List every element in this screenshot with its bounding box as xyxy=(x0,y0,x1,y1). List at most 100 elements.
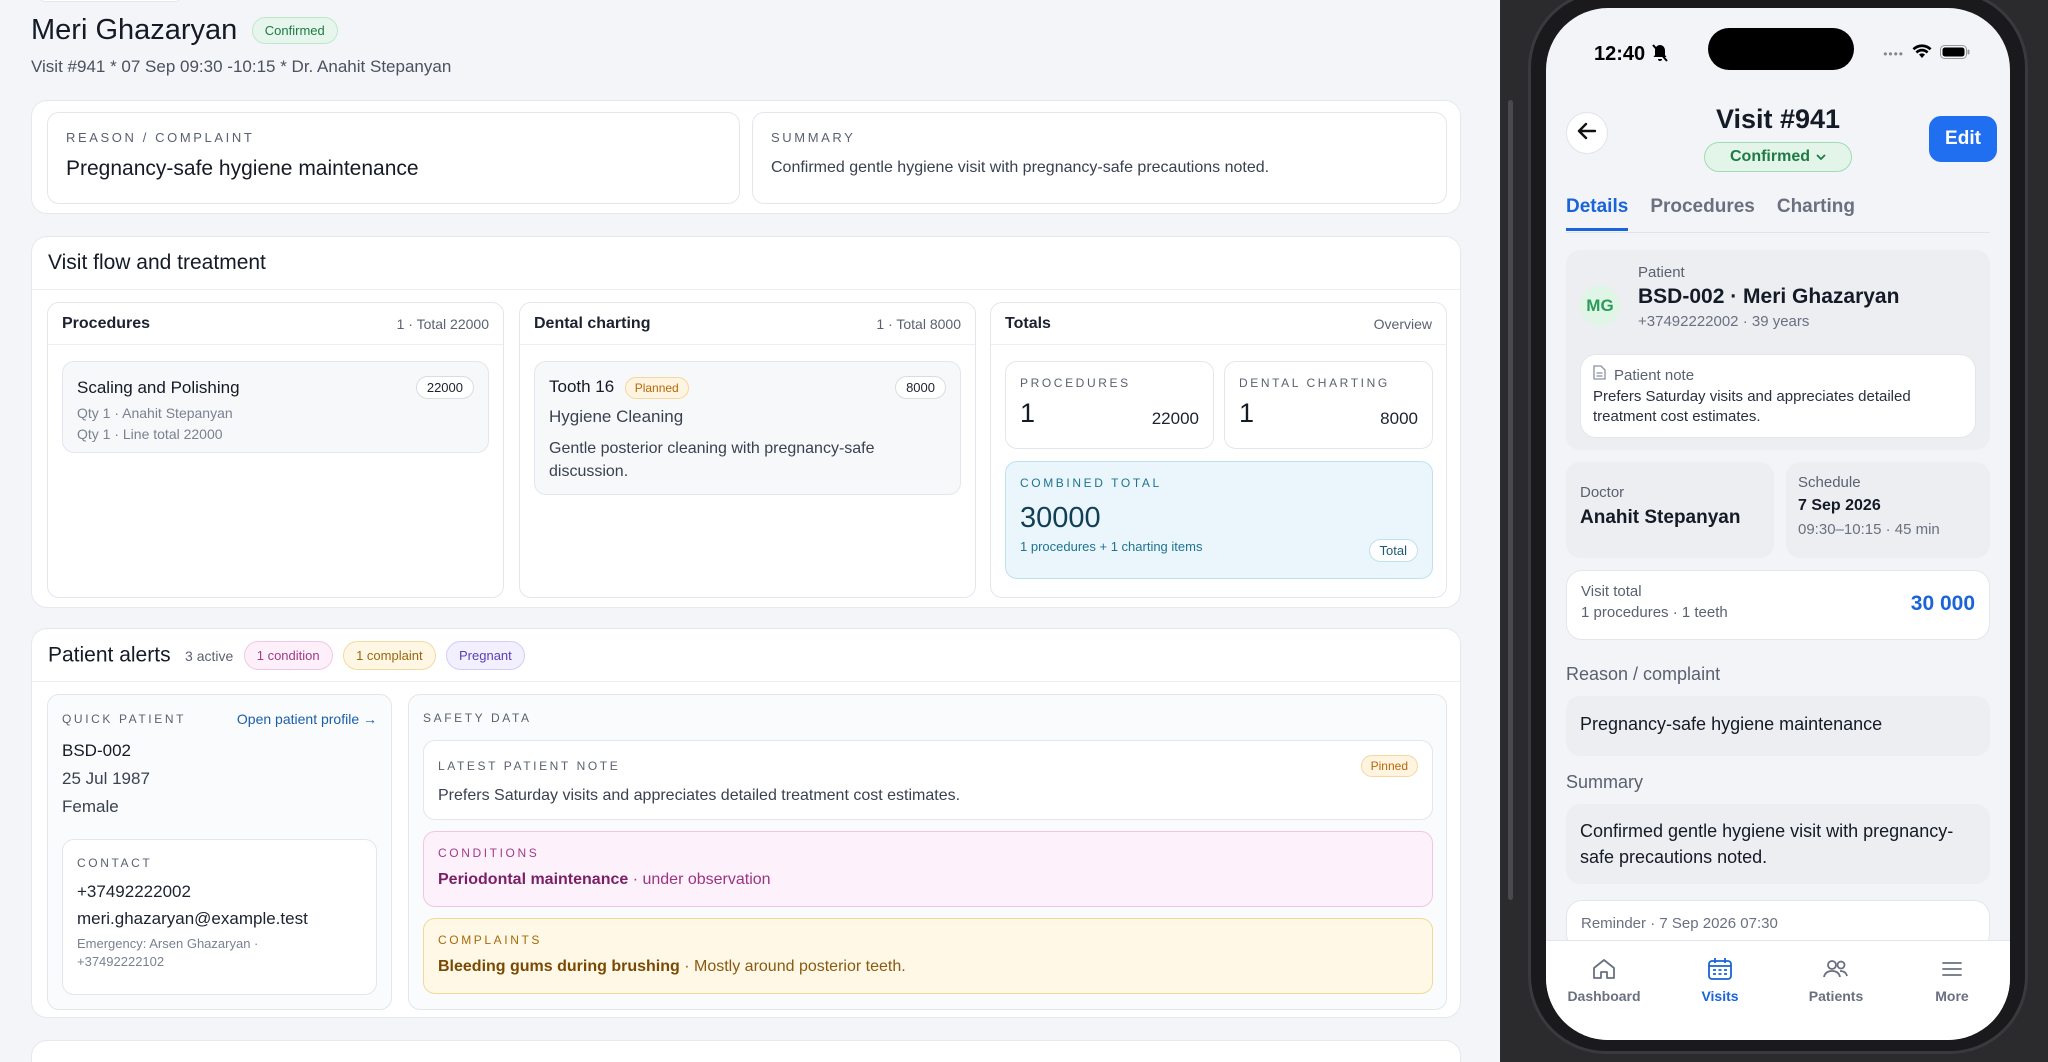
phone-patient-note: Patient note Prefers Saturday visits and… xyxy=(1580,354,1976,438)
charting-service: Hygiene Cleaning xyxy=(549,407,684,426)
desktop-scrollbar[interactable] xyxy=(1508,100,1513,900)
procedure-line2: Qty 1 · Line total 22000 xyxy=(77,426,223,442)
phone-screen: 12:40 •••• Visit #941 Confirmed Edit Det… xyxy=(1546,8,2010,1040)
phone-reason-box: Pregnancy-safe hygiene maintenance xyxy=(1566,696,1990,756)
complaint-detail: · Mostly around posterior teeth. xyxy=(679,958,906,975)
complaints-caption: COMPLAINTS xyxy=(438,933,543,947)
complaints-panel: COMPLAINTS Bleeding gums during brushing… xyxy=(423,918,1433,994)
conditions-caption: CONDITIONS xyxy=(438,846,540,860)
tab-procedures[interactable]: Procedures xyxy=(1650,196,1755,231)
safety-caption: SAFETY DATA xyxy=(423,711,532,725)
visit-flow-title: Visit flow and treatment xyxy=(48,251,266,274)
procedures-meta: 1 · Total 22000 xyxy=(396,315,489,332)
tabbar-patients[interactable]: Patients xyxy=(1791,957,1881,1040)
phone-status-dropdown[interactable]: Confirmed xyxy=(1704,142,1852,172)
phone-reason-caption: Reason / complaint xyxy=(1566,664,1721,684)
totals-column: Totals Overview PROCEDURES 1 22000 DENTA… xyxy=(990,302,1447,598)
tab-charting[interactable]: Charting xyxy=(1777,196,1855,231)
phone-doctor-card: Doctor Anahit Stepanyan xyxy=(1566,462,1774,558)
phone-visit-total: Visit total 1 procedures · 1 teeth 30 00… xyxy=(1566,570,1990,640)
charting-total-caption: DENTAL CHARTING xyxy=(1239,376,1390,390)
phone-tab-bar: Dashboard Visits Patients More xyxy=(1546,940,2010,1040)
complaint-chip[interactable]: 1 complaint xyxy=(343,641,436,670)
phone-schedule-caption: Schedule xyxy=(1798,474,1861,491)
contact-panel: CONTACT +37492222002 meri.ghazaryan@exam… xyxy=(62,839,377,995)
procedures-total-caption: PROCEDURES xyxy=(1020,376,1131,390)
phone-summary-box: Confirmed gentle hygiene visit with preg… xyxy=(1566,804,1990,884)
procedures-total-count: 1 xyxy=(1020,398,1036,428)
condition-detail: · under observation xyxy=(628,871,771,888)
menu-icon xyxy=(1939,957,1965,984)
patient-alerts-card: Patient alerts 3 active 1 condition 1 co… xyxy=(31,628,1461,1018)
phone-patient-detail: +37492222002 · 39 years xyxy=(1638,313,1810,330)
latest-note-caption: LATEST PATIENT NOTE xyxy=(438,759,621,773)
tabbar-more[interactable]: More xyxy=(1907,957,1997,1040)
charting-header: Dental charting 1 · Total 8000 xyxy=(520,303,975,345)
complaint-name: Bleeding gums during brushing xyxy=(438,958,680,975)
procedure-item[interactable]: Scaling and Polishing 22000 Qty 1 · Anah… xyxy=(62,361,489,453)
totals-header: Totals Overview xyxy=(991,303,1446,345)
combined-total-caption: COMBINED TOTAL xyxy=(1020,476,1162,490)
contact-email[interactable]: meri.ghazaryan@example.test xyxy=(77,909,362,929)
desktop-visit-view: Meri Ghazaryan Confirmed Visit #941 * 07… xyxy=(0,0,1500,1062)
battery-icon xyxy=(1940,44,1970,64)
phone-patient-name: BSD-002 · Meri Ghazaryan xyxy=(1638,285,1900,308)
users-icon xyxy=(1822,957,1850,984)
tabbar-patients-label: Patients xyxy=(1808,988,1864,1004)
contact-phone[interactable]: +37492222002 xyxy=(77,882,362,902)
phone-summary-value: Confirmed gentle hygiene visit with preg… xyxy=(1580,821,1954,867)
condition-name: Periodontal maintenance xyxy=(438,871,629,888)
patient-code: BSD-002 xyxy=(62,741,131,760)
procedure-line1: Qty 1 · Anahit Stepanyan xyxy=(77,405,233,421)
charting-item[interactable]: Tooth 16 Planned 8000 Hygiene Cleaning G… xyxy=(534,361,961,495)
visit-flow-card: Visit flow and treatment Procedures 1 · … xyxy=(31,236,1461,608)
status-badge: Confirmed xyxy=(251,17,338,44)
dynamic-island xyxy=(1708,28,1854,70)
pregnant-chip[interactable]: Pregnant xyxy=(446,641,525,670)
condition-chip[interactable]: 1 condition xyxy=(243,641,333,670)
combined-total-detail: 1 procedures + 1 charting items xyxy=(1020,539,1203,554)
next-card-stub xyxy=(31,1040,1461,1062)
alerts-title: Patient alerts xyxy=(48,643,171,667)
phone-tabs: Details Procedures Charting xyxy=(1566,196,1855,231)
home-icon xyxy=(1591,957,1617,984)
procedure-amount: 22000 xyxy=(415,376,474,399)
phone-visit-total-value: 30 000 xyxy=(1910,592,1975,615)
signal-icon: •••• xyxy=(1883,47,1904,61)
contact-caption: CONTACT xyxy=(77,856,153,870)
procedure-name: Scaling and Polishing xyxy=(77,377,240,397)
tabbar-more-label: More xyxy=(1935,988,1969,1004)
phone-reason-value: Pregnancy-safe hygiene maintenance xyxy=(1580,714,1883,734)
emergency-phone: +37492222102 xyxy=(77,954,165,969)
phone-note-text: Prefers Saturday visits and appreciates … xyxy=(1593,388,1911,425)
summary-caption: SUMMARY xyxy=(771,130,856,145)
phone-patient-card[interactable]: MG Patient BSD-002 · Meri Ghazaryan +374… xyxy=(1566,250,1990,450)
visit-header: Meri Ghazaryan Confirmed Visit #941 * 07… xyxy=(31,14,451,77)
charting-total-count: 1 xyxy=(1239,398,1255,428)
tab-details[interactable]: Details xyxy=(1566,196,1629,231)
procedures-title: Procedures xyxy=(62,314,151,332)
charting-status-badge: Planned xyxy=(624,376,689,399)
charting-total-tile: DENTAL CHARTING 1 8000 xyxy=(1224,361,1433,449)
tabbar-dashboard[interactable]: Dashboard xyxy=(1559,957,1649,1040)
reason-value: Pregnancy-safe hygiene maintenance xyxy=(66,157,419,180)
silent-bell-icon xyxy=(1652,44,1668,67)
charting-note: Gentle posterior cleaning with pregnancy… xyxy=(549,440,875,480)
phone-note-caption: Patient note xyxy=(1614,366,1695,384)
charting-column: Dental charting 1 · Total 8000 Tooth 16 … xyxy=(519,302,976,598)
tooth-number: Tooth 16 xyxy=(549,376,615,396)
totals-title: Totals xyxy=(1005,314,1051,332)
totals-meta: Overview xyxy=(1373,315,1432,332)
combined-total-tile: COMBINED TOTAL 30000 1 procedures + 1 ch… xyxy=(1005,461,1433,579)
open-profile-link[interactable]: Open patient profile → xyxy=(237,711,377,727)
tabbar-visits[interactable]: Visits xyxy=(1675,957,1765,1040)
visit-meta: Visit #941 * 07 Sep 09:30 -10:15 * Dr. A… xyxy=(31,57,452,76)
combined-total-value: 30000 xyxy=(1020,502,1101,534)
edit-button[interactable]: Edit xyxy=(1929,116,1997,162)
charting-amount: 8000 xyxy=(895,376,946,399)
emergency-contact: Emergency: Arsen Ghazaryan · xyxy=(77,936,259,951)
chevron-down-icon xyxy=(1816,148,1826,166)
patient-sex: Female xyxy=(62,797,119,816)
tabbar-visits-label: Visits xyxy=(1701,988,1739,1004)
quick-patient-caption: QUICK PATIENT xyxy=(62,712,187,726)
